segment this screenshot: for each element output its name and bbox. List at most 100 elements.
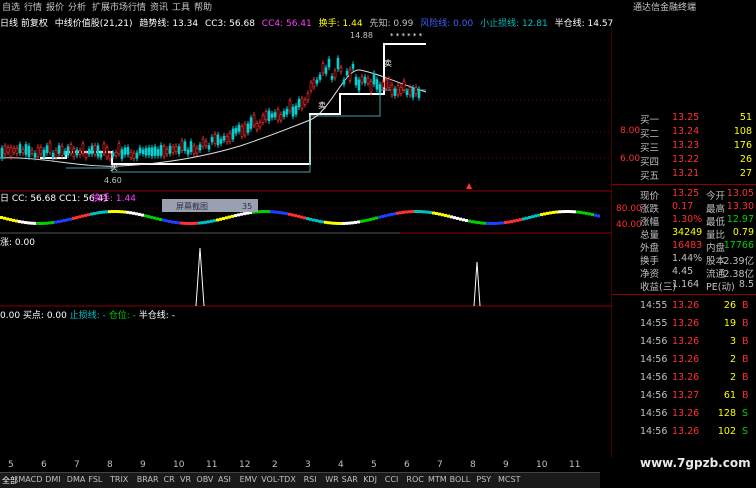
- menu-item-tools[interactable]: 工具: [172, 0, 190, 13]
- time-axis-label: 4: [338, 460, 344, 470]
- tab-sar[interactable]: SAR: [342, 475, 358, 484]
- band-segment: [171, 220, 174, 224]
- candle-body: [54, 150, 58, 158]
- sub3-half: 半仓线: -: [138, 311, 175, 321]
- tab-dmi[interactable]: DMI: [45, 475, 60, 484]
- tab-vol-tdx[interactable]: VOL-TDX: [261, 475, 296, 484]
- bid-price: 13.25: [672, 112, 700, 123]
- tab-psy[interactable]: PSY: [476, 475, 491, 484]
- band-segment: [471, 220, 474, 224]
- bid-row[interactable]: 买三 13.23 176: [612, 140, 756, 154]
- tab-kdj[interactable]: KDJ: [363, 475, 377, 484]
- quote-value: 0.17: [672, 201, 694, 212]
- tab-obv[interactable]: OBV: [196, 475, 213, 484]
- bid-row[interactable]: 买二 13.24 108: [612, 126, 756, 140]
- band-segment: [288, 212, 291, 216]
- band-segment: [357, 220, 360, 224]
- band-segment: [519, 218, 522, 222]
- tick-price: 13.26: [672, 408, 700, 419]
- band-segment: [204, 220, 207, 224]
- price-chart[interactable]: 14.88 4.60 买 卖 卖 * * * * * * ▲ 屏幕截图 35: [0, 28, 612, 458]
- candle-body: [288, 100, 292, 112]
- candle-body: [321, 63, 325, 74]
- band-segment: [12, 218, 15, 222]
- tab-mtm[interactable]: MTM: [428, 475, 447, 484]
- candle-body: [411, 87, 415, 98]
- band-segment: [210, 219, 213, 223]
- menu-item-watchlist[interactable]: 自选: [2, 0, 20, 13]
- band-segment: [420, 210, 423, 214]
- band-segment: [150, 215, 153, 219]
- tab-trix[interactable]: TRIX: [110, 475, 128, 484]
- band-segment: [324, 220, 327, 224]
- bid-row[interactable]: 买四 13.22 26: [612, 154, 756, 168]
- candle-body: [348, 69, 352, 81]
- menu-item-analysis[interactable]: 分析: [68, 0, 86, 13]
- tab-vr[interactable]: VR: [180, 475, 191, 484]
- band-segment: [195, 221, 198, 225]
- band-segment: [162, 218, 165, 222]
- band-segment: [549, 211, 552, 215]
- bid-row[interactable]: 买一 13.25 51: [612, 112, 756, 126]
- candle-body: [300, 98, 304, 109]
- quote-value: 1.44%: [672, 253, 703, 264]
- sub1-turnover: 换手: 1.44: [92, 194, 136, 204]
- band-segment: [312, 218, 315, 222]
- tab-brar[interactable]: BRAR: [137, 475, 159, 484]
- tick-volume: 26: [723, 300, 736, 311]
- candle-body: [45, 145, 49, 154]
- tick-volume: 2: [729, 354, 736, 365]
- band-segment: [372, 217, 375, 221]
- candle-body: [33, 153, 37, 158]
- candle-body: [3, 145, 7, 155]
- candle-body: [222, 135, 226, 141]
- menu-item-help[interactable]: 帮助: [194, 0, 212, 13]
- band-segment: [354, 220, 357, 224]
- candle-body: [138, 147, 142, 154]
- band-segment: [21, 220, 24, 224]
- bid-row[interactable]: 买五 13.21 27: [612, 168, 756, 182]
- candle-body: [393, 88, 397, 96]
- tick-side: B: [742, 336, 749, 347]
- tab-cci[interactable]: CCI: [385, 475, 399, 484]
- tab-macd[interactable]: MACD: [18, 475, 42, 484]
- sub3-buy: 买点: 0.00: [22, 311, 67, 321]
- band-segment: [543, 212, 546, 216]
- band-segment: [570, 210, 573, 214]
- band-segment: [492, 221, 495, 225]
- tab-cr[interactable]: CR: [164, 475, 175, 484]
- menu-item-report[interactable]: 报价: [46, 0, 64, 13]
- band-segment: [513, 219, 516, 223]
- tab-dma[interactable]: DMA: [67, 475, 86, 484]
- tab-rsi[interactable]: RSI: [304, 475, 317, 484]
- band-segment: [57, 220, 60, 224]
- tab-roc[interactable]: ROC: [406, 475, 423, 484]
- menu-item-news[interactable]: 资讯: [150, 0, 168, 13]
- band-segment: [51, 221, 54, 225]
- band-segment: [45, 221, 48, 225]
- tab-asi[interactable]: ASI: [218, 475, 231, 484]
- band-segment: [42, 221, 45, 225]
- tab-boll[interactable]: BOLL: [450, 475, 471, 484]
- candle-body: [36, 146, 40, 157]
- candle-body: [75, 149, 79, 156]
- band-segment: [393, 212, 396, 216]
- candle-body: [258, 121, 262, 127]
- tab-fsl[interactable]: FSL: [88, 475, 102, 484]
- band-segment: [588, 212, 591, 216]
- menu-item-extended-market[interactable]: 扩展市场行情: [92, 0, 146, 13]
- tab-mcst[interactable]: MCST: [498, 475, 520, 484]
- tab-全部[interactable]: 全部: [2, 475, 18, 486]
- quote-label: 现价: [640, 191, 660, 202]
- candle-body: [210, 137, 214, 143]
- tab-emv[interactable]: EMV: [240, 475, 257, 484]
- candle-body: [81, 143, 85, 154]
- candle-body: [99, 152, 103, 158]
- candle-body: [102, 143, 106, 154]
- band-segment: [168, 219, 171, 223]
- menu-item-quotes[interactable]: 行情: [24, 0, 42, 13]
- tab-wr[interactable]: WR: [325, 475, 338, 484]
- band-segment: [477, 221, 480, 225]
- band-segment: [597, 214, 600, 218]
- band-segment: [498, 221, 501, 225]
